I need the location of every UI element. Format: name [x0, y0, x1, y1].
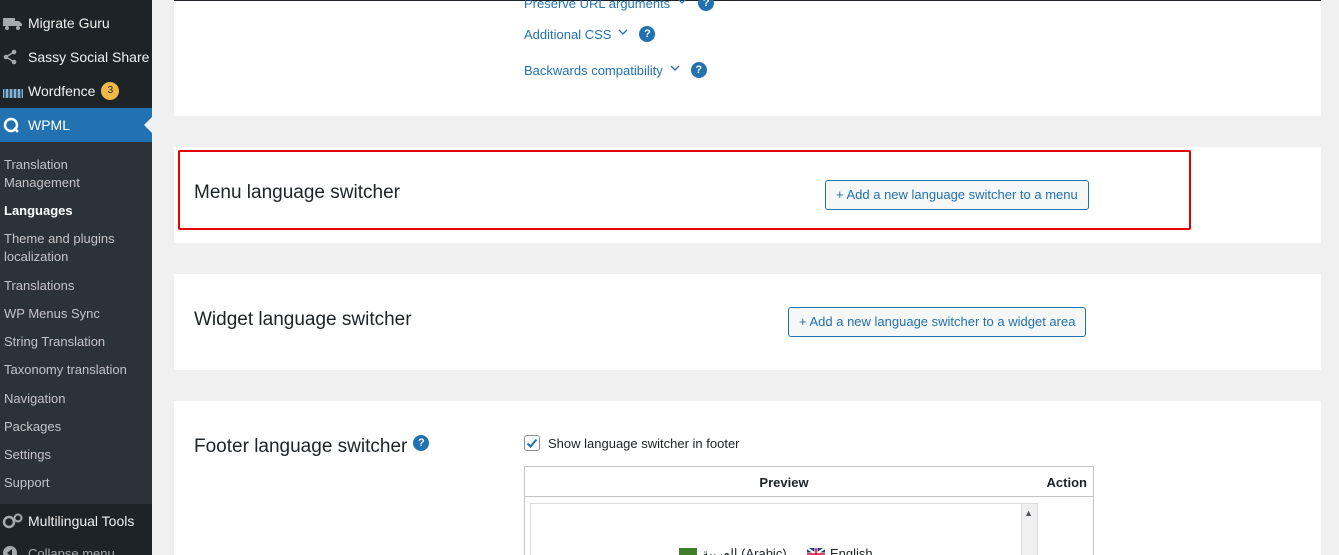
section-title: Menu language switcher: [194, 182, 400, 203]
nav-wordfence[interactable]: Wordfence 3: [0, 74, 152, 108]
toggle-label: Additional CSS: [524, 26, 612, 42]
scroll-up-arrow-icon[interactable]: ▲: [1024, 508, 1033, 518]
menu-language-switcher-card: Menu language switcher + Add a new langu…: [174, 147, 1321, 243]
help-icon[interactable]: ?: [698, 0, 715, 11]
share-icon: [0, 47, 28, 67]
chevron-down-icon: [670, 65, 680, 71]
column-header-preview: Preview: [759, 475, 809, 490]
preview-scrollbar[interactable]: ▲: [1021, 504, 1037, 555]
section-title: Widget language switcher: [194, 309, 412, 330]
help-icon[interactable]: ?: [639, 26, 656, 42]
section-title: Footer language switcher: [194, 436, 408, 457]
nav-label: Wordfence: [28, 83, 96, 99]
table-header: Preview Action: [525, 467, 1093, 497]
nav-label: Collapse menu: [28, 545, 115, 555]
help-icon[interactable]: ?: [690, 62, 707, 78]
chevron-up-icon[interactable]: ︿: [1067, 547, 1079, 555]
wpml-icon: [0, 115, 28, 135]
collapse-icon: [0, 543, 28, 555]
add-widget-switcher-button[interactable]: + Add a new language switcher to a widge…: [788, 307, 1087, 337]
submenu-packages[interactable]: Packages: [4, 418, 144, 436]
column-header-action: Action: [1046, 475, 1087, 490]
submenu-settings[interactable]: Settings: [4, 446, 144, 464]
nav-label: Multilingual Tools: [28, 513, 135, 529]
backwards-compatibility-toggle[interactable]: Backwards compatibility ?: [524, 62, 707, 78]
switcher-preview: العربية (Arabic) English ▲: [530, 503, 1038, 555]
nav-sassy-social-share[interactable]: Sassy Social Share: [0, 40, 152, 74]
toggle-label: Preserve URL arguments: [524, 0, 671, 11]
current-menu-arrow: [144, 117, 152, 133]
footer-language-switcher-card: Footer language switcher ? Show language…: [174, 401, 1321, 555]
submenu-languages[interactable]: Languages: [4, 202, 144, 220]
preview-language-english: English: [806, 546, 873, 555]
nav-migrate-guru[interactable]: Migrate Guru: [0, 6, 152, 40]
flag-icon: [806, 546, 826, 555]
section-title-row: Footer language switcher ?: [194, 435, 430, 458]
submenu-string-translation[interactable]: String Translation: [4, 333, 144, 351]
additional-css-toggle[interactable]: Additional CSS ?: [524, 26, 656, 42]
chevron-down-icon: [678, 0, 687, 4]
admin-sidebar: Migrate Guru Sassy Social Share Wordfenc…: [0, 0, 152, 555]
submenu-translation-management[interactable]: Translation Management: [4, 156, 144, 192]
preview-language-arabic: العربية (Arabic): [679, 546, 787, 555]
update-count-badge: 3: [101, 82, 120, 100]
submenu-taxonomy-translation[interactable]: Taxonomy translation: [4, 361, 144, 379]
nav-multilingual-tools[interactable]: Multilingual Tools: [0, 504, 152, 538]
preserve-url-arguments-toggle[interactable]: Preserve URL arguments ?: [524, 0, 715, 11]
advanced-options-card: Preserve URL arguments ? Additional CSS …: [174, 0, 1321, 116]
submenu-support[interactable]: Support: [4, 474, 144, 492]
nav-wpml[interactable]: WPML: [0, 108, 152, 142]
help-icon[interactable]: ?: [413, 435, 430, 451]
show-footer-switcher-checkbox[interactable]: [524, 435, 540, 451]
language-label: English: [830, 546, 873, 555]
widget-language-switcher-card: Widget language switcher + Add a new lan…: [174, 274, 1321, 370]
wordfence-icon: [0, 81, 28, 101]
checkmark-icon: [526, 438, 538, 448]
checkbox-label: Show language switcher in footer: [548, 435, 740, 451]
show-footer-switcher-option[interactable]: Show language switcher in footer: [524, 435, 740, 451]
gears-icon: [0, 511, 28, 531]
toggle-label: Backwards compatibility: [524, 62, 663, 78]
flag-icon: [679, 548, 697, 555]
chevron-down-icon: [618, 29, 628, 35]
nav-label: Migrate Guru: [28, 15, 110, 31]
wpml-submenu: Translation Management Languages Theme a…: [0, 142, 152, 504]
nav-label: Sassy Social Share: [28, 49, 150, 65]
nav-collapse-menu[interactable]: Collapse menu: [0, 536, 152, 555]
add-menu-switcher-button[interactable]: + Add a new language switcher to a menu: [825, 180, 1089, 210]
footer-switcher-table: Preview Action العربية (Arabic) English …: [524, 466, 1094, 555]
submenu-translations[interactable]: Translations: [4, 277, 144, 295]
language-label: العربية (Arabic): [702, 546, 787, 555]
truck-icon: [0, 13, 28, 33]
submenu-wp-menus-sync[interactable]: WP Menus Sync: [4, 305, 144, 323]
submenu-navigation[interactable]: Navigation: [4, 390, 144, 408]
submenu-theme-plugins-localization[interactable]: Theme and plugins localization: [4, 230, 144, 266]
nav-label: WPML: [28, 117, 70, 133]
